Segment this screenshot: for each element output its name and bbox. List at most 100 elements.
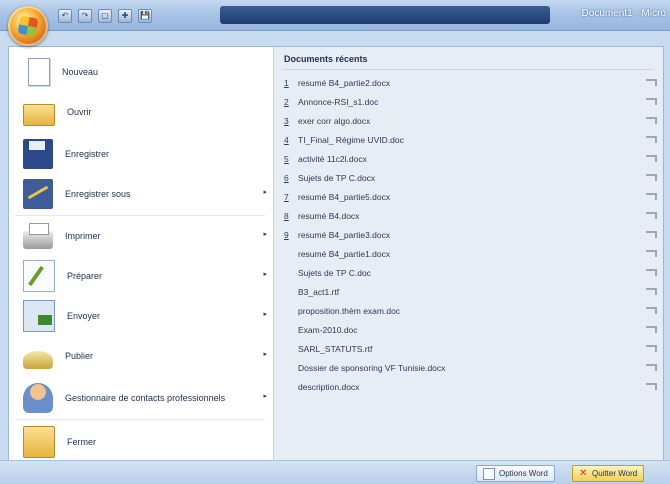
pin-icon[interactable] [646, 269, 657, 276]
recent-documents-panel: Documents récents 1 resumé B4_partie2.doc… [274, 47, 663, 461]
recent-document-item[interactable]: Sujets de TP C.doc [274, 263, 663, 282]
document-name: Dossier de sponsoring VF Tunisie.docx [298, 362, 446, 373]
submenu-arrow-icon: ▸ [263, 189, 267, 196]
word-options-button[interactable]: Options Word [476, 465, 555, 482]
recent-document-item[interactable]: 6 Sujets de TP C.docx [274, 168, 663, 187]
pin-icon[interactable] [646, 193, 657, 200]
pin-icon[interactable] [646, 326, 657, 333]
menu-item-label: Envoyer [67, 311, 101, 321]
recent-document-item[interactable]: Dossier de sponsoring VF Tunisie.docx [274, 358, 663, 377]
save-icon[interactable]: 💾 [138, 9, 152, 23]
submenu-arrow-icon: ▸ [263, 231, 267, 238]
pin-icon[interactable] [646, 288, 657, 295]
command-list: Nouveau Ouvrir Enregistrer Enregistrer s… [9, 47, 274, 461]
pin-icon[interactable] [646, 79, 657, 86]
menu-item-publier[interactable]: Publier ▸ [9, 337, 273, 375]
pin-icon[interactable] [646, 231, 657, 238]
document-name: exer corr algo.docx [298, 115, 371, 126]
recent-documents-title: Documents récents [284, 54, 368, 64]
recent-document-item[interactable]: resumé B4_partie1.docx [274, 244, 663, 263]
document-name: proposition.thèm exam.doc [298, 305, 401, 316]
document-name: resumé B4_partie1.docx [298, 248, 391, 259]
submenu-arrow-icon: ▸ [263, 311, 267, 318]
save-icon [23, 139, 53, 169]
recent-document-item[interactable]: 2 Annonce-RSI_s1.doc [274, 92, 663, 111]
recent-documents-list: 1 resumé B4_partie2.docx 2 Annonce-RSI_s1.… [274, 73, 663, 396]
menu-item-label: Imprimer [65, 231, 101, 241]
office-button[interactable] [8, 6, 48, 46]
recent-document-item[interactable]: B3_act1.rtf [274, 282, 663, 301]
title-bar: ↶ ↷ ▢ ✚ 💾 Document1 - Micro [0, 0, 670, 31]
item-number: 7 [284, 191, 289, 202]
document-name: resumé B4_partie2.docx [298, 77, 391, 88]
printer-icon [23, 223, 53, 249]
pin-icon[interactable] [646, 364, 657, 371]
pin-icon[interactable] [646, 250, 657, 257]
submenu-arrow-icon: ▸ [263, 271, 267, 278]
recent-document-item[interactable]: 8 resumé B4.docx [274, 206, 663, 225]
document-name: description.docx [298, 381, 360, 392]
recent-document-item[interactable]: 5 activité 11c2l.docx [274, 149, 663, 168]
pin-icon[interactable] [646, 117, 657, 124]
quit-word-label: Quitter Word [592, 469, 638, 478]
recent-document-item[interactable]: Exam-2010.doc [274, 320, 663, 339]
recent-document-item[interactable]: SARL_STATUTS.rtf [274, 339, 663, 358]
menu-item-preparer[interactable]: Préparer ▸ [9, 257, 273, 295]
quick-access-toolbar: ↶ ↷ ▢ ✚ 💾 [58, 9, 152, 23]
undo-icon[interactable]: ↶ [58, 9, 72, 23]
item-number: 9 [284, 229, 289, 240]
recent-document-item[interactable]: description.docx [274, 377, 663, 396]
redo-icon[interactable]: ↷ [78, 9, 92, 23]
menu-item-label: Préparer [67, 271, 103, 281]
item-number: 1 [284, 77, 289, 88]
pin-icon[interactable] [646, 174, 657, 181]
item-number: 2 [284, 96, 289, 107]
document-name: activité 11c2l.docx [298, 153, 367, 164]
menu-item-label: Enregistrer sous [65, 189, 131, 199]
customize-icon[interactable]: ✚ [118, 9, 132, 23]
pin-icon[interactable] [646, 136, 657, 143]
pin-icon[interactable] [646, 345, 657, 352]
menu-item-label: Enregistrer [65, 149, 110, 159]
item-number: 3 [284, 115, 289, 126]
menu-item-label: Ouvrir [67, 107, 92, 117]
menu-item-label: Publier [65, 351, 94, 361]
office-logo-icon [17, 15, 39, 37]
recent-document-item[interactable]: 3 exer corr algo.docx [274, 111, 663, 130]
document-name: TI_Final_ Régime UVID.doc [298, 134, 404, 145]
folder-open-icon [23, 104, 55, 126]
menu-item-fermer[interactable]: Fermer [9, 423, 273, 461]
item-number: 5 [284, 153, 289, 164]
item-number: 8 [284, 210, 289, 221]
save-as-icon [23, 179, 53, 209]
pin-icon[interactable] [646, 383, 657, 390]
pin-icon[interactable] [646, 155, 657, 162]
menu-item-imprimer[interactable]: Imprimer ▸ [9, 217, 273, 255]
window-title: Document1 - Micro [581, 8, 666, 19]
new-document-icon [28, 58, 50, 86]
pin-icon[interactable] [646, 307, 657, 314]
menu-item-enregistrer[interactable]: Enregistrer [9, 135, 273, 173]
menu-item-enregistrer-sous[interactable]: Enregistrer sous ▸ [9, 175, 273, 213]
recent-document-item[interactable]: 1 resumé B4_partie2.docx [274, 73, 663, 92]
recent-document-item[interactable]: proposition.thèm exam.doc [274, 301, 663, 320]
menu-item-envoyer[interactable]: Envoyer ▸ [9, 297, 273, 335]
menu-item-gestionnaire[interactable]: Gestionnaire de contacts professionnels … [9, 379, 273, 417]
recent-document-item[interactable]: 9 resumé B4_partie3.docx [274, 225, 663, 244]
new-icon[interactable]: ▢ [98, 9, 112, 23]
recent-document-item[interactable]: 4 TI_Final_ Régime UVID.doc [274, 130, 663, 149]
document-name: SARL_STATUTS.rtf [298, 343, 373, 354]
menu-item-label: Gestionnaire de contacts professionnels [65, 393, 226, 403]
pin-icon[interactable] [646, 98, 657, 105]
document-name: resumé B4.docx [298, 210, 360, 221]
document-name: Annonce-RSI_s1.doc [298, 96, 379, 107]
recent-document-item[interactable]: 7 resumé B4_partie5.docx [274, 187, 663, 206]
pin-icon[interactable] [646, 212, 657, 219]
divider [15, 215, 265, 216]
item-number: 4 [284, 134, 289, 145]
quit-word-button[interactable]: ✕ Quitter Word [572, 465, 645, 482]
publish-icon [23, 351, 53, 369]
menu-item-nouveau[interactable]: Nouveau [9, 53, 273, 91]
menu-item-ouvrir[interactable]: Ouvrir [9, 93, 273, 131]
document-name: Sujets de TP C.docx [298, 172, 376, 183]
